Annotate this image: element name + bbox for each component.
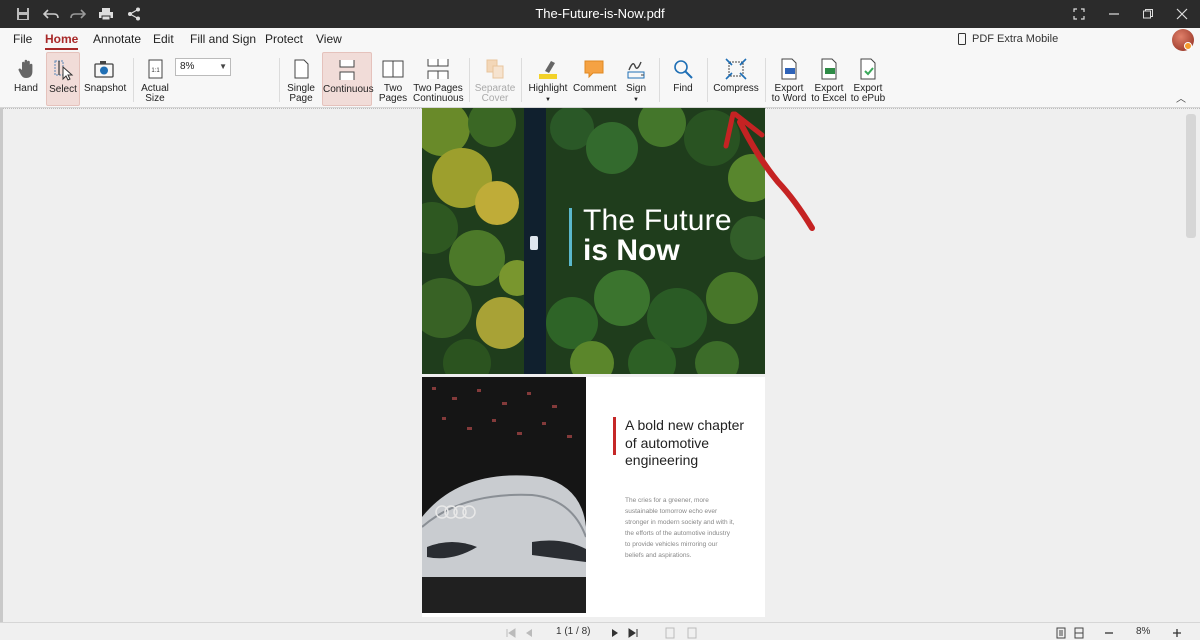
menu-protect[interactable]: Protect [265, 32, 303, 46]
chevron-down-icon: ▼ [545, 97, 551, 103]
menu-home[interactable]: Home [45, 32, 79, 50]
chevron-down-icon: ▼ [219, 62, 227, 71]
single-page-icon [294, 59, 309, 79]
export-epub-icon [860, 58, 876, 80]
close-icon[interactable] [1172, 4, 1192, 24]
menu-edit[interactable]: Edit [153, 32, 174, 46]
page1-title-line2: is Now [583, 234, 680, 267]
separate-cover-icon [486, 59, 504, 79]
compress-button[interactable]: Compress [713, 52, 759, 106]
minimize-icon[interactable] [1104, 4, 1124, 24]
export-to-epub-button[interactable]: Export to ePub [850, 52, 886, 106]
status-zoom-value: 8% [1136, 626, 1151, 637]
previous-view-icon[interactable] [664, 627, 676, 639]
page-indicator[interactable]: 1 (1 / 8) [556, 626, 590, 637]
car-image [422, 377, 586, 613]
status-zoom-in-icon[interactable] [1171, 627, 1183, 639]
page2-heading: A bold new chapter of automotive enginee… [625, 417, 745, 468]
pdf-extra-mobile-link[interactable]: PDF Extra Mobile [958, 33, 1058, 45]
two-pages-icon [382, 60, 404, 78]
two-pages-button[interactable]: Two Pages [376, 52, 410, 106]
fullscreen-icon[interactable] [1069, 4, 1089, 24]
last-page-icon[interactable] [627, 627, 639, 639]
menu-fill-and-sign[interactable]: Fill and Sign [190, 32, 256, 46]
next-page-icon[interactable] [609, 627, 621, 639]
find-button[interactable]: Find [666, 52, 700, 106]
highlighter-icon [539, 61, 557, 79]
notification-dot [1184, 42, 1192, 50]
highlight-button[interactable]: Highlight ▼ [528, 52, 568, 106]
actual-size-button[interactable]: 1:1 Actual Size [140, 52, 170, 106]
zoom-combobox[interactable]: 8% ▼ [175, 58, 231, 76]
ribbon-toolbar: Hand Select Snapshot 1:1 Actual Size 8% … [0, 52, 1200, 151]
continuous-icon [339, 60, 355, 80]
previous-page-icon[interactable] [523, 627, 535, 639]
menu-view[interactable]: View [316, 32, 342, 46]
menu-bar: File Home Annotate Edit Fill and Sign Pr… [0, 28, 1200, 52]
next-view-icon[interactable] [686, 627, 698, 639]
comment-icon [584, 60, 604, 79]
two-pages-continuous-icon [427, 59, 449, 79]
heading-accent-bar [613, 417, 616, 455]
annotation-arrow [723, 111, 815, 231]
menu-annotate[interactable]: Annotate [93, 32, 141, 46]
title-accent-bar [569, 208, 572, 266]
status-bar: 1 (1 / 8) 8% [0, 622, 1200, 640]
continuous-view-icon[interactable] [1073, 627, 1085, 639]
comment-button[interactable]: Comment [573, 52, 616, 106]
select-tool-button[interactable]: Select [46, 52, 80, 106]
chevron-down-icon: ▼ [633, 97, 639, 103]
signature-icon [627, 61, 645, 79]
vertical-scrollbar[interactable] [1186, 114, 1196, 238]
mobile-label: PDF Extra Mobile [972, 33, 1059, 45]
pdf-page-2: A bold new chapter of automotive enginee… [422, 377, 765, 617]
svg-text:1:1: 1:1 [151, 68, 160, 74]
menu-file[interactable]: File [13, 32, 32, 46]
search-icon [674, 60, 693, 79]
first-page-icon[interactable] [505, 627, 517, 639]
phone-icon [958, 33, 966, 45]
hand-tool-button[interactable]: Hand [10, 52, 42, 106]
collapse-ribbon-icon[interactable]: ︿ [1176, 90, 1186, 105]
separate-cover-button[interactable]: Separate Cover [474, 52, 516, 106]
export-to-word-button[interactable]: Export to Word [770, 52, 808, 106]
camera-icon [94, 61, 114, 78]
sign-button[interactable]: Sign ▼ [620, 52, 652, 106]
hand-icon [18, 59, 33, 78]
single-page-view-icon[interactable] [1055, 627, 1067, 639]
title-bar: The-Future-is-Now.pdf [0, 0, 1200, 28]
actual-size-icon: 1:1 [148, 59, 163, 79]
compress-icon [725, 58, 747, 80]
window-title: The-Future-is-Now.pdf [535, 6, 665, 21]
two-pages-continuous-button[interactable]: Two Pages Continuous [413, 52, 464, 106]
select-cursor-icon [54, 60, 74, 81]
export-excel-icon [821, 58, 837, 80]
snapshot-button[interactable]: Snapshot [84, 52, 126, 106]
page2-body-text: The cries for a greener, more sustainabl… [625, 497, 735, 559]
export-to-excel-button[interactable]: Export to Excel [809, 52, 849, 106]
status-zoom-out-icon[interactable] [1103, 627, 1115, 639]
single-page-button[interactable]: Single Page [284, 52, 318, 106]
export-word-icon [781, 58, 797, 80]
restore-icon[interactable] [1138, 4, 1158, 24]
continuous-button[interactable]: Continuous [322, 52, 374, 106]
